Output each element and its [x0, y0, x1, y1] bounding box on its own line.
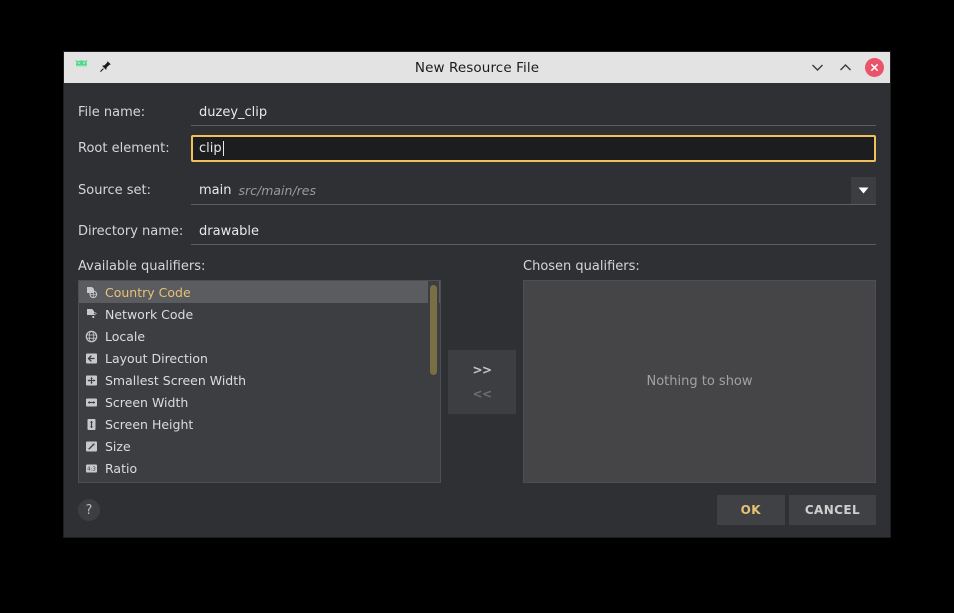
- qualifier-item[interactable]: Size: [79, 435, 440, 457]
- source-set-value: main: [199, 182, 232, 198]
- qualifier-item[interactable]: Smallest Screen Width: [79, 369, 440, 391]
- available-qualifiers-list[interactable]: Country Code Network Code Locale Layout Dir…: [78, 280, 441, 483]
- qualifier-item-label: Ratio: [105, 460, 138, 476]
- locale-globe-icon: [84, 329, 98, 343]
- qualifier-item-label: Screen Width: [105, 394, 189, 410]
- dialog-footer: ? OK CANCEL: [64, 483, 890, 537]
- scrollbar-thumb[interactable]: [430, 285, 437, 375]
- screen-width-icon: [84, 395, 98, 409]
- chevron-down-icon[interactable]: [851, 176, 876, 204]
- directory-name-row: Directory name: drawable: [78, 216, 876, 245]
- header-spacer: [441, 259, 523, 280]
- qualifier-item-label: Size: [105, 438, 131, 454]
- window-controls: [809, 58, 884, 77]
- add-qualifier-button[interactable]: >>: [472, 363, 492, 377]
- qualifier-item[interactable]: Network Code: [79, 303, 440, 325]
- available-items-container: Country Code Network Code Locale Layout Dir…: [79, 281, 440, 484]
- dialog-title: New Resource File: [414, 59, 540, 76]
- root-element-value: clip: [199, 141, 222, 156]
- chosen-empty-message: Nothing to show: [646, 374, 753, 389]
- qualifier-item-label: Layout Direction: [105, 350, 208, 366]
- qualifier-item[interactable]: Orientation: [79, 479, 440, 484]
- qualifier-item[interactable]: Layout Direction: [79, 347, 440, 369]
- country-code-icon: [84, 285, 98, 299]
- network-code-icon: [84, 307, 98, 321]
- root-element-input[interactable]: clip: [191, 135, 876, 162]
- ok-button[interactable]: OK: [716, 495, 785, 525]
- available-list-scrollbar[interactable]: [428, 281, 439, 482]
- qualifier-item-label: Screen Height: [105, 416, 194, 432]
- screen-height-icon: [84, 417, 98, 431]
- directory-name-label: Directory name:: [78, 224, 184, 239]
- qualifiers-section: Available qualifiers: Chosen qualifiers:…: [78, 259, 876, 483]
- pin-icon[interactable]: [99, 58, 112, 77]
- file-name-row: File name: duzey_clip: [78, 97, 876, 126]
- qualifier-item[interactable]: Screen Width: [79, 391, 440, 413]
- android-robot-icon: [73, 58, 90, 77]
- minimize-button[interactable]: [809, 59, 826, 76]
- smallest-screen-width-icon: [84, 373, 98, 387]
- transfer-box: >> <<: [448, 349, 516, 414]
- qualifier-item[interactable]: Locale: [79, 325, 440, 347]
- remove-qualifier-button[interactable]: <<: [472, 387, 492, 401]
- source-set-label: Source set:: [78, 183, 152, 198]
- cancel-button[interactable]: CANCEL: [788, 495, 876, 525]
- layout-direction-icon: [84, 351, 98, 365]
- root-element-label: Root element:: [78, 141, 170, 156]
- qualifier-item-label: Orientation: [105, 483, 176, 484]
- help-icon[interactable]: ?: [78, 499, 100, 521]
- svg-text:4:3: 4:3: [87, 466, 96, 472]
- source-set-dropdown[interactable]: main src/main/res: [191, 176, 876, 205]
- footer-actions: OK CANCEL: [716, 495, 876, 525]
- chosen-qualifiers-label: Chosen qualifiers:: [523, 259, 640, 274]
- qualifier-item[interactable]: Screen Height: [79, 413, 440, 435]
- qualifier-item-label: Network Code: [105, 306, 194, 322]
- qualifier-item-label: Locale: [105, 328, 146, 344]
- source-set-row: Source set: main src/main/res: [78, 175, 876, 206]
- new-resource-file-dialog: New Resource File File name: duzey_clip …: [64, 52, 890, 537]
- qualifier-item[interactable]: Country Code: [79, 281, 440, 303]
- directory-name-value[interactable]: drawable: [191, 224, 876, 245]
- qualifier-item-label: Smallest Screen Width: [105, 372, 247, 388]
- source-set-path-hint: src/main/res: [238, 182, 317, 198]
- size-icon: [84, 439, 98, 453]
- titlebar-left-icons: [73, 58, 112, 77]
- qualifiers-panels: Country Code Network Code Locale Layout Dir…: [78, 280, 876, 483]
- dialog-body: File name: duzey_clip Root element: clip…: [64, 83, 890, 483]
- qualifier-item-label: Country Code: [105, 284, 191, 300]
- file-name-value[interactable]: duzey_clip: [191, 105, 876, 126]
- text-caret: [222, 141, 224, 156]
- file-name-label: File name:: [78, 105, 146, 120]
- dialog-titlebar: New Resource File: [64, 52, 890, 83]
- close-button[interactable]: [865, 58, 884, 77]
- available-qualifiers-label: Available qualifiers:: [78, 259, 206, 274]
- transfer-buttons-panel: >> <<: [441, 280, 523, 483]
- root-element-row: Root element: clip: [78, 132, 876, 165]
- qualifier-item[interactable]: 4:3 Ratio: [79, 457, 440, 479]
- qualifiers-headers: Available qualifiers: Chosen qualifiers:: [78, 259, 876, 280]
- maximize-button[interactable]: [837, 59, 854, 76]
- ratio-icon: 4:3: [84, 461, 98, 475]
- chosen-qualifiers-list[interactable]: Nothing to show: [523, 280, 876, 483]
